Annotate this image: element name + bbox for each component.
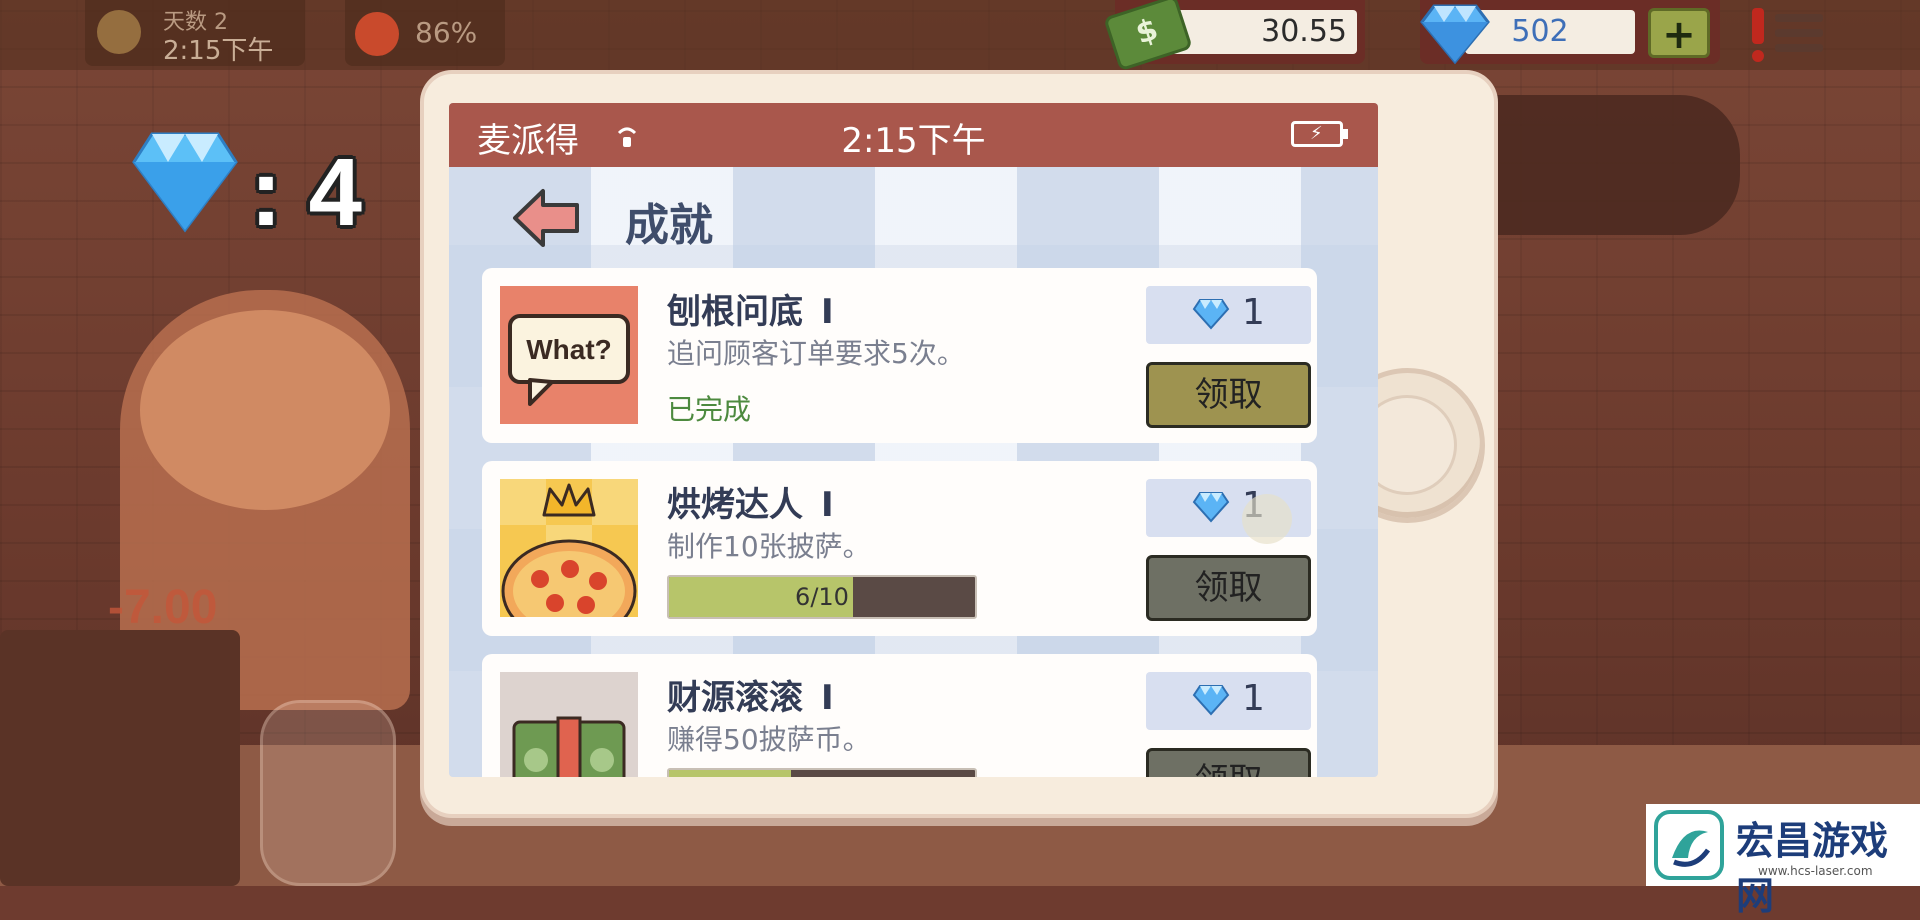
watermark-url: www.hcs-laser.com [1758,864,1873,878]
earned-gems-value: : 4 [250,139,363,246]
touch-indicator [1242,494,1292,544]
cash-icon [1103,0,1193,72]
progress-label: 6/10 [795,583,849,611]
what-speech-icon: What? [500,286,638,424]
gem-panel: 502 + [1420,0,1720,64]
tip-jar [260,700,396,886]
achievement-name: 刨根问底 I [667,292,834,332]
achievement-name: 财源滚滚 I [667,678,834,718]
mood-percent: 86% [415,16,478,49]
reward-amount: 1 [1242,678,1265,719]
earned-gems-counter: : 4 [130,128,430,246]
achievement-card: What? 刨根问底 I 追问顾客订单要求5次。 已完成 1 领取 [482,268,1317,443]
achievement-description: 制作10张披萨。 [667,530,871,563]
money-stack-icon [500,672,638,777]
diamond-icon [1192,685,1230,716]
phone-screen: 麦派得 2:15下午 ⚡ 成就 What? 刨根问底 I 追问顾客订单要求5次。 … [449,103,1378,777]
reward-amount: 1 [1242,292,1265,333]
phone-status-bar: 麦派得 2:15下午 ⚡ [449,103,1378,167]
reward-badge: 1 [1146,286,1311,344]
claim-button[interactable]: 领取 [1146,362,1311,428]
achievement-card: 烘烤达人I 制作10张披萨。 6/10 1 领取 [482,461,1317,636]
day-time-panel: 天数 2 2:15下午 [85,0,305,66]
achievement-progress-bar: 6/10 [667,575,977,619]
achievement-progress-bar [667,768,977,777]
clock-icon [97,10,141,54]
add-gems-button[interactable]: + [1648,8,1710,58]
alert-icon[interactable] [1748,8,1766,64]
money-panel: 30.55 [1103,0,1365,72]
claim-button[interactable]: 领取 [1146,555,1311,621]
menu-icon[interactable] [1775,14,1823,58]
site-logo-icon [1654,810,1724,880]
diamond-icon [1192,299,1230,330]
battery-icon: ⚡ [1291,121,1348,147]
achievement-description: 追问顾客订单要求5次。 [667,337,965,370]
achievement-name: 烘烤达人 I [667,485,834,525]
progress-fill [669,770,792,777]
floating-amount: -7.00 [108,581,218,634]
diamond-icon [132,132,238,233]
mood-panel: 86% [345,0,505,66]
reward-badge: 1 [1146,672,1311,730]
cash-register [0,630,240,886]
hud-time: 2:15下午 [163,36,274,66]
claim-button[interactable]: 领取 [1146,748,1311,777]
achievement-status: 已完成 [667,393,752,426]
customer-head [140,310,390,510]
pizza-crown-icon [500,479,638,617]
back-arrow-icon[interactable] [511,187,581,249]
achievement-description: 赚得50披萨币。 [667,723,871,756]
watermark: 宏昌游戏网 www.hcs-laser.com [1646,804,1920,918]
diamond-icon [1420,4,1490,64]
achievement-card: 财源滚滚I 赚得50披萨币。 1 领取 [482,654,1317,777]
page-title: 成就 [625,200,713,251]
diamond-icon [1192,492,1230,523]
angry-face-icon [355,12,399,56]
what-text: What? [526,334,612,365]
status-time: 2:15下午 [841,121,986,161]
